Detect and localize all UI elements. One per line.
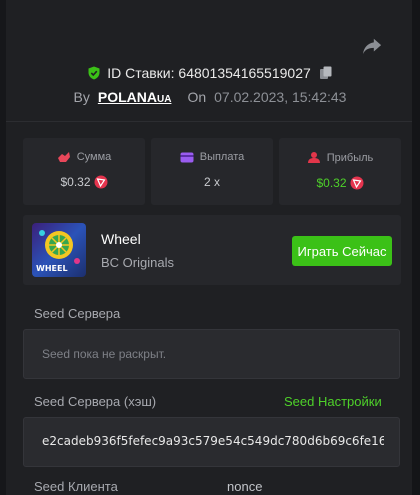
payout-icon [180,152,194,162]
stat-amount-label: Сумма [76,151,112,163]
bet-id-text: ID Ставки: 64801354165519027 [107,65,311,81]
divider [6,121,412,122]
game-thumbnail-text: WHEEL [36,264,68,273]
nonce-label: nonce [227,479,263,494]
game-title[interactable]: Wheel [101,231,141,247]
share-icon[interactable] [361,36,383,56]
seed-settings-link[interactable]: Seed Настройки [284,394,382,409]
author-row: By POLANAUA On 07.02.2023, 15:42:43 [0,87,420,107]
username-text: POLANA [97,89,157,105]
profit-icon [307,152,320,163]
game-thumbnail[interactable]: WHEEL [32,223,86,277]
game-provider: BC Originals [101,255,174,270]
shield-check-icon [88,66,100,80]
client-seed-label: Seed Клиента [34,479,118,494]
server-seed-placeholder: Seed пока не раскрыт. [42,347,167,361]
server-hash-field[interactable]: e2cadeb936f5fefec9a93c579e54c549dc780d6b… [23,417,400,467]
play-now-button[interactable]: Играть Сейчас [292,236,392,266]
game-card: WHEEL Wheel BC Originals Играть Сейчас [23,215,401,285]
amount-icon [57,152,70,162]
server-hash-label: Seed Сервера (хэш) [34,394,157,409]
trx-coin-icon [94,175,108,189]
server-hash-value: e2cadeb936f5fefec9a93c579e54c549dc780d6b… [42,434,384,448]
on-label: On [187,89,207,105]
server-seed-label: Seed Сервера [34,306,121,321]
stat-amount-value: $0.32 [60,175,91,189]
copy-icon[interactable] [319,66,333,80]
bet-id-row: ID Ставки: 64801354165519027 [0,63,420,83]
stat-profit-label: Прибыль [326,151,374,164]
stat-amount: Сумма $0.32 [23,138,145,205]
trx-coin-icon [350,176,364,190]
stat-payout: Выплата 2 x [151,138,273,205]
stat-profit-value: $0.32 [316,176,347,190]
username-suffix: UA [156,94,172,105]
server-seed-field[interactable]: Seed пока не раскрыт. [23,329,400,379]
by-label: By [73,89,90,105]
bet-date: 07.02.2023, 15:42:43 [214,89,347,105]
stat-payout-value: 2 x [203,175,220,189]
username-link[interactable]: POLANAUA [98,89,172,105]
stat-payout-label: Выплата [199,151,245,163]
stat-profit: Прибыль $0.32 [279,138,401,205]
